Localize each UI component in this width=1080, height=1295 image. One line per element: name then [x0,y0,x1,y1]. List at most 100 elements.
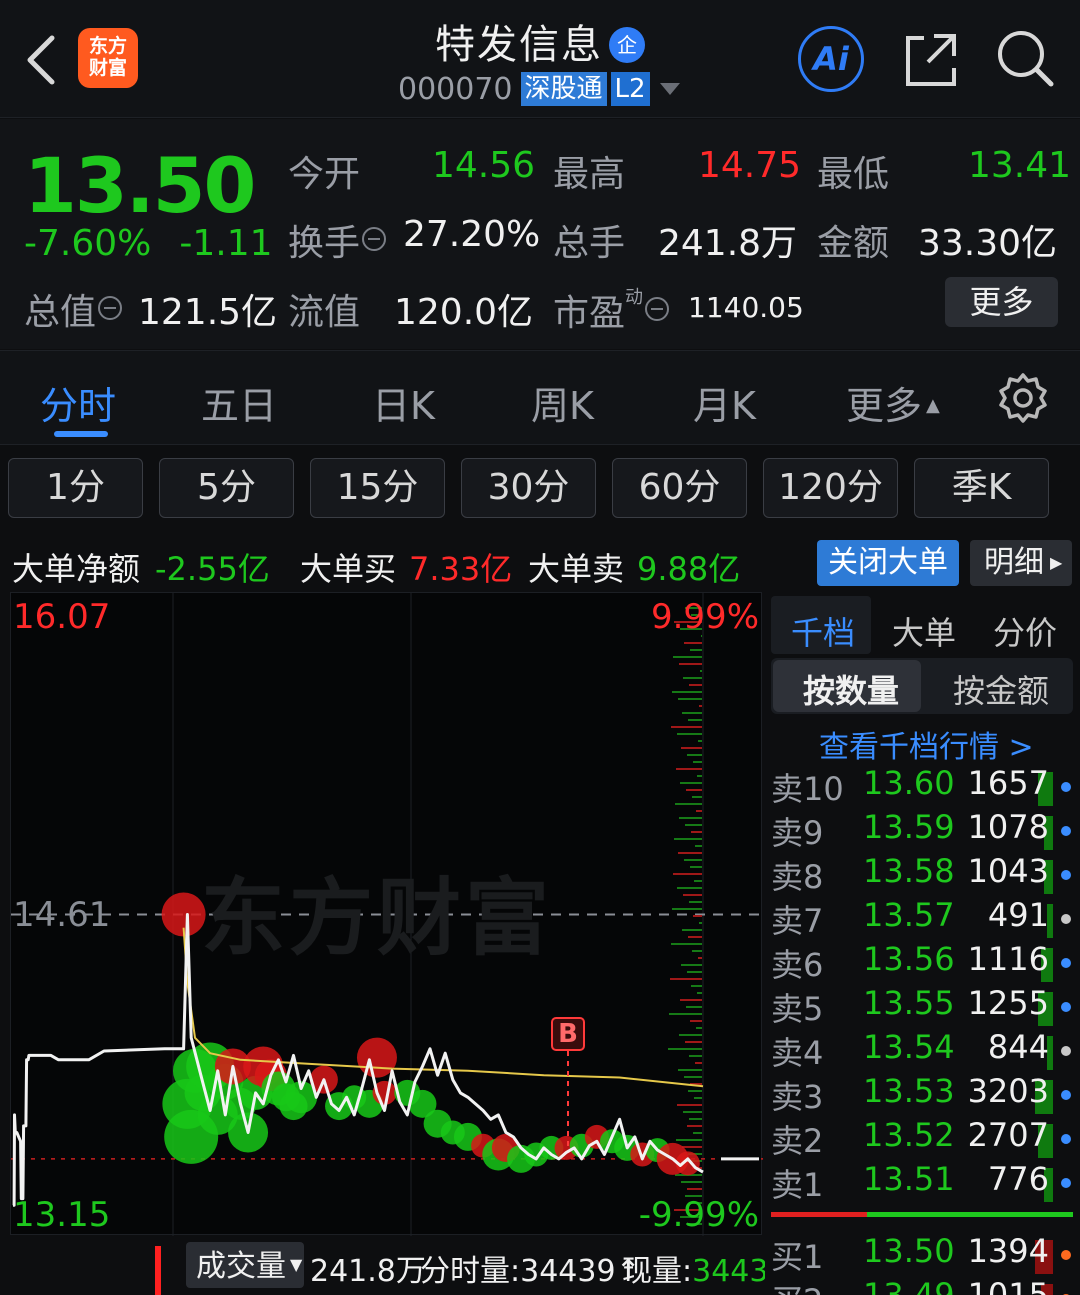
tab-five-day[interactable]: 五日 [201,375,277,430]
ask-row[interactable]: 卖8 13.58 1043 [771,852,1079,896]
period-quarter-k-button[interactable]: 季K [914,458,1049,518]
stock-code: 000070 [398,71,513,107]
close-big-order-button[interactable]: 关闭大单 [817,540,959,586]
period-15min-button[interactable]: 15分 [310,458,445,518]
info-circle-icon [98,296,123,320]
dropdown-caret-icon[interactable] [659,83,680,95]
tab-more[interactable]: 更多 ▲ [846,375,940,430]
ask-row[interactable]: 卖3 13.53 3203 [771,1072,1079,1116]
big-sell-label: 大单卖 [528,550,625,588]
ask-flag-dot-icon [1061,1090,1071,1100]
tab-intraday[interactable]: 分时 [40,375,116,430]
view-level-quotes-link[interactable]: 查看千档行情 > [819,722,1034,766]
tab-price-distribution[interactable]: 分价 [993,608,1057,654]
ask-row[interactable]: 卖1 13.51 776 [771,1160,1079,1204]
turnover-label[interactable]: 换手 [288,214,387,266]
ask-qty: 1255 [967,984,1049,1022]
ask-qty: 491 [987,896,1049,934]
ask-level-name: 卖6 [771,946,824,984]
float-label: 流值 [288,292,361,333]
ask-row[interactable]: 卖2 13.52 2707 [771,1116,1079,1160]
info-circle-icon [645,297,670,321]
open-value: 14.56 [432,145,536,186]
period-1min-button[interactable]: 1分 [8,458,143,518]
pe-label[interactable]: 市盈动 [553,283,670,336]
stock-code-row[interactable]: 000070 深股通 L2 [398,70,680,108]
mktcap-label-text: 总值 [24,292,97,333]
period-30min-button[interactable]: 30分 [461,458,596,518]
caret-up-icon: ▲ [926,395,940,416]
period-5min-button[interactable]: 5分 [159,458,294,518]
ask-row[interactable]: 卖4 13.54 844 [771,1028,1079,1072]
stock-detail-screen: 东方 财富 特发信息企 000070 深股通 L2 Ai 13.50 -7.60… [0,0,1080,1295]
ask-qty: 1078 [967,808,1049,846]
bid-row[interactable]: 买2 13.49 1015 [771,1276,1079,1295]
open-label: 今开 [288,154,361,195]
active-tab-underline [54,431,108,437]
period-120min-button[interactable]: 120分 [763,458,898,518]
change-percent: -7.60% [24,223,152,264]
high-label: 最高 [553,154,626,195]
ask-price: 13.54 [863,1028,955,1066]
mktcap-label[interactable]: 总值 [24,283,123,335]
search-icon[interactable] [995,28,1055,88]
pe-label-text: 市盈 [553,293,626,334]
ask-row[interactable]: 卖7 13.57 491 [771,896,1079,940]
by-amount-button[interactable]: 按金额 [953,666,1049,712]
volume-indicator-select[interactable]: 成交量 ▼ [186,1242,304,1288]
ask-price: 13.55 [863,984,955,1022]
ask-price: 13.59 [863,808,955,846]
ask-price: 13.53 [863,1072,955,1110]
ask-price: 13.56 [863,940,955,978]
tab-thousand-level[interactable]: 千档 [791,608,855,654]
big-buy-label: 大单买 [300,550,397,588]
more-quote-button[interactable]: 更多 [945,277,1058,327]
chart-tabs: 分时 五日 日K 周K 月K 更多 ▲ [0,350,1080,445]
ask-level-name: 卖10 [771,770,844,808]
ask-row[interactable]: 卖10 13.60 1657 [771,764,1079,808]
ai-assistant-button[interactable]: Ai [798,26,864,92]
y-axis-top-price: 16.07 [13,597,111,637]
big-buy-value: 7.33亿 [409,550,513,588]
ask-row[interactable]: 卖9 13.59 1078 [771,808,1079,852]
ask-row[interactable]: 卖6 13.56 1116 [771,940,1079,984]
tab-daily-k[interactable]: 日K [372,375,435,430]
net-big-order-value: -2.55亿 [155,550,270,588]
bid-qty: 1015 [967,1276,1049,1295]
detail-label: 明细 [984,545,1044,580]
ask-flag-dot-icon [1061,1002,1071,1012]
volume-value: 241.8万 [658,223,798,264]
share-icon[interactable] [900,30,960,90]
detail-button[interactable]: 明细 ▶ [970,540,1072,586]
y-axis-prev-close: 14.61 [13,895,111,935]
quote-panel: 13.50 -7.60% -1.11 今开 14.56 最高 14.75 最低 … [0,119,1080,349]
net-big-order-label: 大单净额 [12,550,141,588]
ask-flag-dot-icon [1061,782,1071,792]
tab-big-order[interactable]: 大单 [892,608,956,654]
period-60min-button[interactable]: 60分 [612,458,747,518]
caret-right-icon: ▶ [1050,553,1063,572]
ask-price: 13.51 [863,1160,955,1198]
gear-icon[interactable] [996,371,1050,425]
tab-weekly-k[interactable]: 周K [531,375,594,430]
ask-price: 13.58 [863,852,955,890]
ask-flag-dot-icon [1061,958,1071,968]
qty-amount-toggle: 按数量 按金额 [771,658,1073,714]
period-selector: 1分 5分 15分 30分 60分 120分 季K [0,446,1080,534]
volume-selector-label: 成交量 [196,1249,286,1284]
ask-row[interactable]: 卖5 13.55 1255 [771,984,1079,1028]
amount-value: 33.30亿 [918,223,1058,264]
ask-flag-dot-icon [1061,914,1071,924]
by-quantity-button[interactable]: 按数量 [803,666,899,712]
bid-row[interactable]: 买1 13.50 1394 [771,1232,1079,1276]
big-order-bar: 大单净额 -2.55亿 大单买 7.33亿 大单卖 9.88亿 关闭大单 明细 ▶ [0,536,1080,592]
current-volume-label: 现量: [622,1254,693,1289]
bid-ask-split-bar [771,1212,1073,1217]
volume-red-bar [155,1246,161,1295]
intraday-chart[interactable]: 东方财富 16.07 9.99% 14.61 13.15 -9.99% B [10,592,763,1236]
buy-point-marker[interactable]: B [551,1017,585,1051]
last-price: 13.50 [24,141,256,230]
ask-flag-dot-icon [1061,826,1071,836]
tab-monthly-k[interactable]: 月K [693,375,756,430]
level2-tag: L2 [610,72,650,106]
